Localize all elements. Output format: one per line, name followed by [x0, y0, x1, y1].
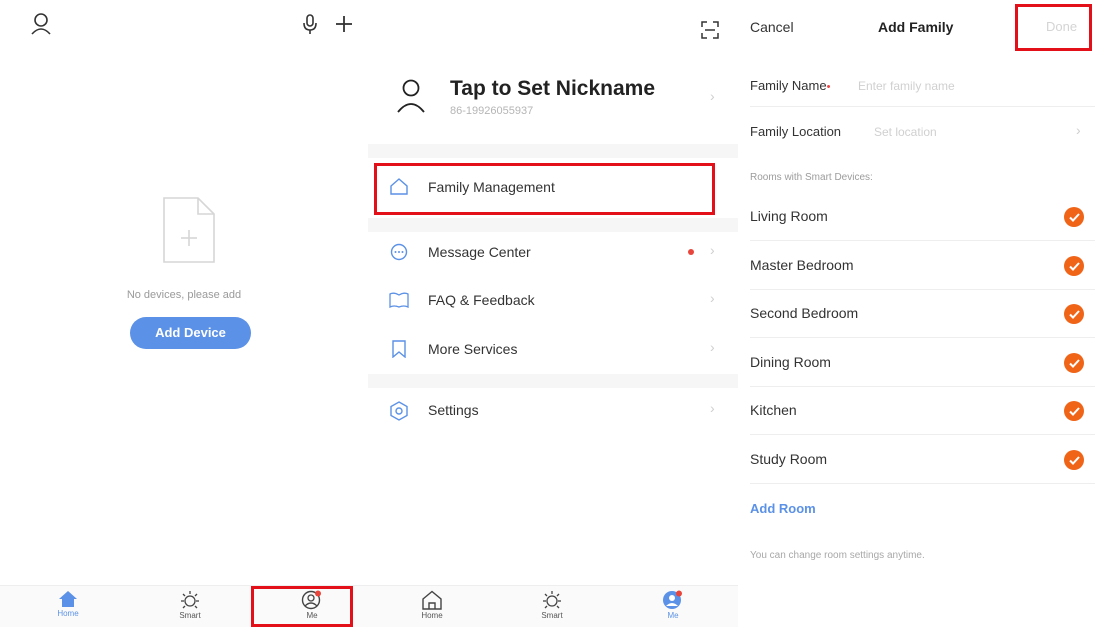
menu-item-faq-feedback[interactable]: FAQ & Feedback › [368, 283, 738, 319]
chevron-right-icon: › [710, 400, 715, 416]
book-icon [389, 292, 409, 308]
room-name: Study Room [750, 451, 828, 467]
menu-label: Message Center [428, 244, 531, 260]
add-icon[interactable] [334, 14, 354, 34]
add-family-screen: Cancel Add Family Done Family Name• Ente… [738, 0, 1095, 627]
section-separator [368, 218, 738, 232]
phone-number: 86-19926055937 [450, 105, 534, 117]
tab-me[interactable]: Me [643, 590, 703, 620]
sun-icon [160, 590, 220, 610]
tab-smart-label: Smart [179, 611, 201, 620]
menu-label: FAQ & Feedback [428, 292, 535, 308]
room-name: Master Bedroom [750, 257, 854, 273]
divider [750, 483, 1095, 484]
hexagon-gear-icon [390, 401, 408, 421]
sun-icon [522, 590, 582, 610]
section-separator [368, 144, 738, 158]
checkmark-icon[interactable] [1064, 401, 1084, 421]
chevron-right-icon: › [1076, 122, 1081, 138]
checkmark-icon[interactable] [1064, 304, 1084, 324]
room-row[interactable]: Living Room [738, 200, 1095, 232]
tab-smart[interactable]: Smart [522, 590, 582, 620]
highlight-box-family-management [374, 163, 715, 215]
menu-label: Settings [428, 402, 479, 418]
tab-home-label: Home [57, 609, 79, 618]
avatar-icon [396, 78, 426, 114]
family-name-label-text: Family Name [750, 78, 827, 93]
chevron-right-icon: › [710, 290, 715, 306]
home-screen: No devices, please add Add Device Home S… [0, 0, 368, 627]
divider [750, 106, 1095, 107]
divider [750, 337, 1095, 338]
divider [750, 240, 1095, 241]
checkmark-icon[interactable] [1064, 207, 1084, 227]
divider [750, 434, 1095, 435]
tab-smart[interactable]: Smart [160, 590, 220, 620]
tab-me-label: Me [667, 611, 679, 620]
room-row[interactable]: Study Room [738, 443, 1095, 475]
menu-item-more-services[interactable]: More Services › [368, 332, 738, 368]
tab-home[interactable]: Home [402, 590, 462, 620]
divider [750, 386, 1095, 387]
tab-home-label: Home [421, 611, 443, 620]
checkmark-icon[interactable] [1064, 450, 1084, 470]
tab-home[interactable]: Home [38, 590, 98, 618]
tab-bar: Home Smart Me [368, 585, 738, 627]
family-location-label: Family Location [750, 124, 842, 139]
menu-label: More Services [428, 341, 518, 357]
room-row[interactable]: Second Bedroom [738, 297, 1095, 329]
page-title: Add Family [878, 19, 954, 35]
room-row[interactable]: Master Bedroom [738, 249, 1095, 281]
notification-dot [688, 249, 694, 255]
chevron-right-icon: › [710, 88, 715, 104]
family-location-row[interactable]: Family Location Set location › [738, 114, 1095, 148]
chat-bubble-icon [390, 243, 408, 261]
profile-header[interactable]: Tap to Set Nickname 86-19926055937 › [368, 68, 738, 138]
family-name-label: Family Name• [750, 78, 830, 93]
room-name: Kitchen [750, 402, 797, 418]
menu-item-message-center[interactable]: Message Center › [368, 235, 738, 271]
family-name-row[interactable]: Family Name• Enter family name [738, 70, 1095, 104]
scan-icon[interactable] [700, 20, 720, 40]
home-icon [38, 590, 98, 608]
room-row[interactable]: Dining Room [738, 346, 1095, 378]
checkmark-icon[interactable] [1064, 256, 1084, 276]
empty-document-icon [160, 194, 218, 266]
menu-item-settings[interactable]: Settings › [368, 393, 738, 429]
chevron-right-icon: › [710, 339, 715, 355]
room-name: Dining Room [750, 354, 831, 370]
add-device-button[interactable]: Add Device [130, 317, 251, 349]
user-filled-icon [643, 590, 703, 610]
section-separator [368, 374, 738, 388]
rooms-section-header: Rooms with Smart Devices: [750, 172, 873, 183]
highlight-box-done [1015, 4, 1092, 51]
checkmark-icon[interactable] [1064, 353, 1084, 373]
home-outline-icon [402, 590, 462, 610]
highlight-box-me-tab [251, 586, 353, 627]
microphone-icon[interactable] [302, 13, 318, 35]
me-screen: Tap to Set Nickname 86-19926055937 › Fam… [368, 0, 738, 627]
empty-state-text: No devices, please add [126, 289, 242, 301]
add-room-button[interactable]: Add Room [750, 501, 816, 516]
room-row[interactable]: Kitchen [738, 394, 1095, 426]
chevron-right-icon: › [710, 242, 715, 258]
footnote-text: You can change room settings anytime. [750, 550, 925, 561]
tab-smart-label: Smart [541, 611, 563, 620]
cancel-button[interactable]: Cancel [750, 19, 794, 35]
family-location-input[interactable]: Set location [874, 125, 937, 139]
nickname: Tap to Set Nickname [450, 77, 655, 100]
required-marker: • [826, 81, 831, 93]
room-name: Living Room [750, 208, 828, 224]
bookmark-icon [392, 340, 406, 358]
divider [750, 289, 1095, 290]
profile-icon[interactable] [30, 12, 52, 36]
family-name-input[interactable]: Enter family name [858, 79, 955, 93]
room-name: Second Bedroom [750, 305, 859, 321]
